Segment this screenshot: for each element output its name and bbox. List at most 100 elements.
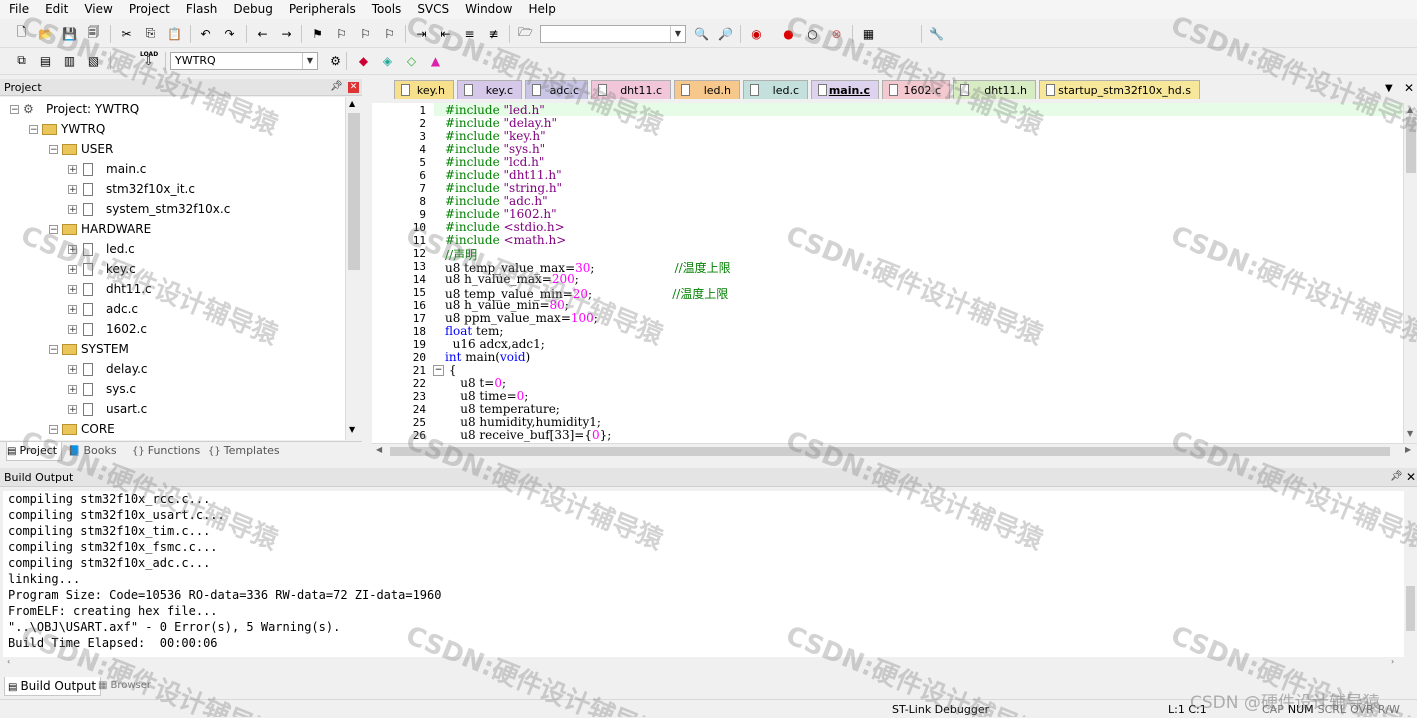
collapse-icon[interactable]: − [49,145,58,155]
project-tree-scrollbar[interactable]: ▲ ▼ [345,97,362,440]
target-options-icon[interactable]: ⚙ [327,52,344,69]
tab-startup-stm32f10x-hd-s[interactable]: startup_stm32f10x_hd.s [1039,80,1200,99]
comment-icon[interactable]: ≡ [461,25,478,42]
menu-tools[interactable]: Tools [364,0,410,19]
tab-list-dropdown-icon[interactable]: ▼ [1385,83,1393,94]
prev-bookmark-icon[interactable]: ⚐ [333,25,350,42]
tree-file-main-c[interactable]: + main.c [0,159,345,179]
select-packs-icon[interactable]: ▲ [427,52,444,69]
expand-icon[interactable]: + [68,385,77,395]
incremental-find-icon[interactable]: 🔎 [717,25,734,42]
editor-hscrollbar[interactable]: ◀ ▶ [372,443,1417,459]
new-file-icon[interactable]: 🗋 [13,25,30,42]
code-editor[interactable]: 1 2 3 4 5 6 7 8 9 10 11 12 13 14 15 16 17 18 19 20 21 22 23 24 2… [372,103,1403,443]
expand-icon[interactable]: + [68,365,77,375]
build-output-text[interactable]: compiling stm32f10x_rcc.c... compiling st… [3,491,1404,657]
collapse-icon[interactable]: − [10,105,19,115]
find-combo[interactable]: ▼ [540,25,686,43]
close-icon[interactable]: ✕ [1406,470,1416,484]
window-layout-icon[interactable]: ▦ [860,25,877,42]
nav-forward-icon[interactable]: → [278,25,295,42]
pin-icon[interactable]: 📌︎ [330,81,343,92]
redo-icon[interactable]: ↷ [221,25,238,42]
fold-collapse-icon[interactable]: − [433,365,444,376]
tab-templates[interactable]: {} Templates [208,442,280,460]
tree-project-project--ywtrq[interactable]: − ⚙ Project: YWTRQ [0,99,345,119]
tab-dht11-h[interactable]: dht11.h [953,80,1036,99]
tree-file-system-stm32f10x-c[interactable]: + system_stm32f10x.c [0,199,345,219]
tab-adc-c[interactable]: adc.c [525,80,588,99]
debug-icon[interactable]: ◉ [748,25,765,42]
scroll-up-icon[interactable]: ▲ [349,99,355,108]
scroll-up-icon[interactable]: ▲ [1407,105,1413,114]
menu-edit[interactable]: Edit [37,0,76,19]
scrollbar-thumb[interactable] [390,447,1390,456]
indent-icon[interactable]: ⇥ [413,25,430,42]
target-select[interactable]: YWTRQ ▼ [170,52,318,70]
collapse-icon[interactable]: − [49,225,58,235]
scroll-left-icon[interactable]: ◀ [376,445,382,454]
tree-file-1602-c[interactable]: +1602.c [0,319,345,339]
clear-bookmarks-icon[interactable]: ⚐ [381,25,398,42]
menu-view[interactable]: View [76,0,120,19]
tab-build-output[interactable]: ▤ Build Output [4,677,102,696]
chevron-down-icon[interactable]: ▼ [670,26,685,42]
scroll-right-icon[interactable]: ▶ [1405,445,1411,454]
uncomment-icon[interactable]: ≢ [485,25,502,42]
tab-project[interactable]: ▤ Project [6,442,63,461]
expand-icon[interactable]: + [68,245,77,255]
expand-icon[interactable]: + [68,285,77,295]
tab-browser[interactable]: ▦ Browser [98,677,151,695]
scroll-down-icon[interactable]: ▼ [1407,429,1413,438]
tab-key-c[interactable]: key.c [457,80,522,99]
menu-flash[interactable]: Flash [178,0,225,19]
tree-group-user[interactable]: − USER [0,139,345,159]
kill-breakpoints-icon[interactable]: ⊗ [828,25,845,42]
tab-led-h[interactable]: led.h [674,80,740,99]
tree-target-ywtrq[interactable]: − YWTRQ [0,119,345,139]
chevron-down-icon[interactable]: ▼ [302,53,317,69]
close-icon[interactable]: ✕ [348,82,359,93]
breakpoint-icon[interactable]: ● [780,25,797,42]
close-editor-icon[interactable]: ✕ [1404,81,1414,95]
find-icon[interactable]: 🔍 [693,25,710,42]
pin-icon[interactable]: 📌︎ [1390,471,1403,482]
tab-1602-c[interactable]: 1602.c [882,80,950,99]
build-icon[interactable]: ▤ [37,52,54,69]
scroll-down-icon[interactable]: ▼ [349,425,355,434]
expand-icon[interactable]: + [68,265,77,275]
menu-peripherals[interactable]: Peripherals [281,0,364,19]
event-recorder-icon[interactable]: ◇ [403,52,420,69]
scroll-left-icon[interactable]: ‹ [7,657,10,666]
expand-icon[interactable]: + [68,185,77,195]
find-in-files-icon[interactable]: 🗁 [517,25,534,42]
rebuild-icon[interactable]: ▥ [61,52,78,69]
tree-group-system[interactable]: − SYSTEM [0,339,345,359]
expand-icon[interactable]: + [68,325,77,335]
tree-file-adc-c[interactable]: + adc.c [0,299,345,319]
tab-functions[interactable]: {} Functions [132,442,200,460]
menu-debug[interactable]: Debug [225,0,280,19]
tree-file-usart-c[interactable]: + usart.c [0,399,345,419]
disable-breakpoint-icon[interactable]: ○ [804,25,821,42]
menu-window[interactable]: Window [457,0,520,19]
expand-icon[interactable]: + [68,305,77,315]
menu-svcs[interactable]: SVCS [409,0,457,19]
pack-installer-icon[interactable]: ◈ [379,52,396,69]
tab-led-c[interactable]: led.c [743,80,808,99]
scrollbar-thumb[interactable] [348,113,360,270]
tree-file-stm32f10x-it-c[interactable]: + stm32f10x_it.c [0,179,345,199]
scroll-right-icon[interactable]: › [1391,657,1394,666]
tab-dht11-c[interactable]: dht11.c [591,80,671,99]
collapse-icon[interactable]: − [49,345,58,355]
nav-back-icon[interactable]: ← [254,25,271,42]
tree-file-key-c[interactable]: + key.c [0,259,345,279]
tree-group-hardware[interactable]: − HARDWARE [0,219,345,239]
tree-group-core[interactable]: − CORE [0,419,345,439]
expand-icon[interactable]: + [68,165,77,175]
batch-build-icon[interactable]: ▧ [85,52,102,69]
save-icon[interactable]: 💾 [61,25,78,42]
expand-icon[interactable]: + [68,205,77,215]
unindent-icon[interactable]: ⇤ [437,25,454,42]
editor-vscrollbar[interactable]: ▲ ▼ [1403,103,1417,443]
